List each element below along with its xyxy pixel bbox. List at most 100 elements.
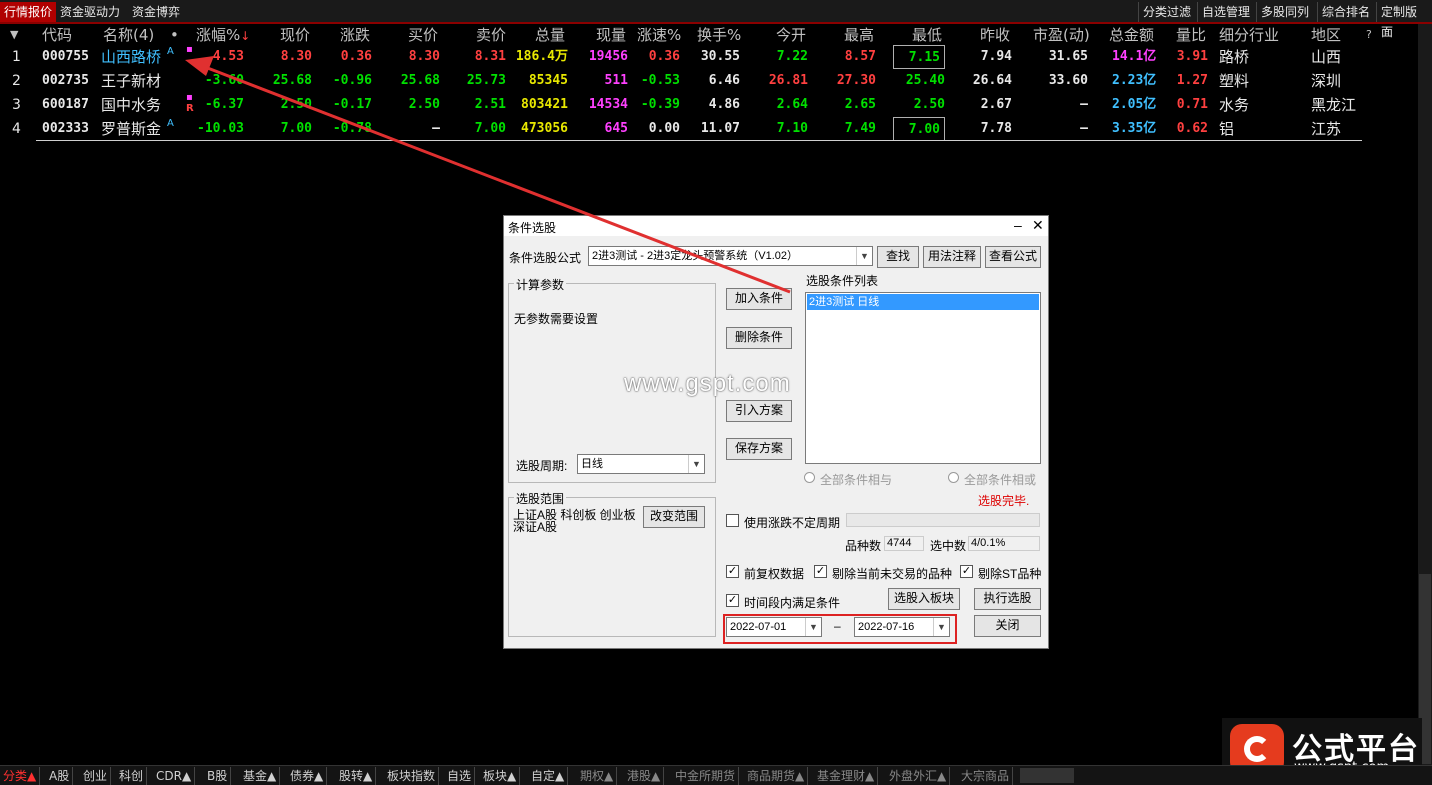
stock-code[interactable]: 600187	[42, 93, 89, 117]
change-scope-button[interactable]: 改变范围	[643, 506, 705, 528]
watchlist-manage-button[interactable]: 自选管理	[1197, 2, 1254, 22]
header-menu-icon[interactable]: ▼	[10, 24, 18, 46]
tab-b-share[interactable]: B股	[204, 767, 232, 785]
stock-name[interactable]: 山西路桥	[101, 45, 161, 69]
col-prev-close[interactable]: 昨收	[980, 24, 1010, 46]
row-index: 4	[12, 121, 21, 137]
multi-stock-button[interactable]: 多股同列	[1256, 2, 1313, 22]
col-volume[interactable]: 总量	[535, 24, 565, 46]
period-select[interactable]: 日线 ▼	[577, 454, 705, 474]
tab-fund-game[interactable]: 资金博弈	[128, 2, 184, 22]
prev-close: 26.64	[972, 73, 1012, 88]
scrollbar[interactable]	[1418, 24, 1432, 765]
col-amount[interactable]: 总金额	[1109, 24, 1154, 46]
tab-bulk[interactable]: 大宗商品	[958, 767, 1014, 785]
irregular-period-checkbox[interactable]	[726, 514, 739, 527]
col-code[interactable]: 代码	[42, 24, 72, 46]
tab-forex[interactable]: 外盘外汇▲	[886, 767, 951, 785]
period-condition-checkbox[interactable]: ✓	[726, 594, 739, 607]
col-change-pct[interactable]: 涨幅%↓	[196, 24, 250, 46]
chevron-down-icon[interactable]: ▼	[688, 455, 704, 473]
adjust-checkbox[interactable]: ✓	[726, 565, 739, 578]
col-open[interactable]: 今开	[776, 24, 806, 46]
usage-button[interactable]: 用法注释	[923, 246, 981, 268]
view-formula-button[interactable]: 查看公式	[985, 246, 1041, 268]
tab-fund[interactable]: 基金▲	[240, 767, 281, 785]
date-to-select[interactable]: 2022-07-16 ▼	[854, 617, 950, 637]
exclude-untraded-checkbox[interactable]: ✓	[814, 565, 827, 578]
radio-and[interactable]	[804, 472, 815, 483]
tab-fund-finance[interactable]: 基金理财▲	[814, 767, 879, 785]
tab-cdr[interactable]: CDR▲	[153, 767, 196, 785]
col-vol-ratio[interactable]: 量比	[1176, 24, 1206, 46]
stock-code[interactable]: 002333	[42, 117, 89, 141]
col-ask[interactable]: 卖价	[476, 24, 506, 46]
col-speed[interactable]: 涨速%	[637, 24, 681, 46]
find-button[interactable]: 查找	[877, 246, 919, 268]
stock-code[interactable]: 002735	[42, 69, 89, 93]
custom-layout-button[interactable]: 定制版面	[1376, 2, 1432, 39]
help-icon[interactable]: ?	[1366, 24, 1372, 46]
close-icon[interactable]: ✕	[1032, 217, 1044, 234]
stock-name[interactable]: 王子新材	[101, 69, 161, 93]
low: 25.40	[905, 73, 945, 88]
tab-fund-drive[interactable]: 资金驱动力	[56, 2, 124, 22]
radio-or[interactable]	[948, 472, 959, 483]
exclude-st-checkbox[interactable]: ✓	[960, 565, 973, 578]
tab-bond[interactable]: 债券▲	[287, 767, 328, 785]
stock-name[interactable]: 国中水务	[101, 93, 161, 117]
chevron-down-icon[interactable]: ▼	[933, 618, 949, 636]
save-plan-button[interactable]: 保存方案	[726, 438, 792, 460]
tab-options[interactable]: 期权▲	[577, 767, 618, 785]
tab-category[interactable]: 分类▲	[0, 767, 41, 785]
add-condition-button[interactable]: 加入条件	[726, 288, 792, 310]
bottom-scroll-thumb[interactable]	[1020, 768, 1074, 783]
formula-select[interactable]: 2进3测试 - 2进3定龙头预警系统（V1.02） ▼	[588, 246, 873, 266]
chevron-down-icon[interactable]: ▼	[805, 618, 821, 636]
stock-code[interactable]: 000755	[42, 45, 89, 69]
delete-condition-button[interactable]: 删除条件	[726, 327, 792, 349]
tab-cffex[interactable]: 中金所期货	[672, 767, 740, 785]
col-region[interactable]: 地区	[1311, 24, 1341, 46]
condition-list[interactable]: 2进3测试 日线	[805, 292, 1041, 464]
tab-quotes[interactable]: 行情报价	[0, 2, 57, 22]
close-button[interactable]: 关闭	[974, 615, 1041, 637]
tab-custom[interactable]: 自定▲	[528, 767, 569, 785]
col-high[interactable]: 最高	[844, 24, 874, 46]
col-industry[interactable]: 细分行业	[1219, 24, 1279, 46]
scope-label: 选股范围	[514, 490, 567, 507]
stock-name[interactable]: 罗普斯金	[101, 117, 161, 141]
tab-a-share[interactable]: A股	[46, 767, 74, 785]
import-plan-button[interactable]: 引入方案	[726, 400, 792, 422]
tab-chinext[interactable]: 创业	[80, 767, 112, 785]
col-name[interactable]: 名称(4)	[103, 24, 154, 46]
execute-button[interactable]: 执行选股	[974, 588, 1041, 610]
prev-close: 7.94	[980, 49, 1012, 64]
col-pe[interactable]: 市盈(动)	[1033, 24, 1090, 46]
industry: 铝	[1219, 120, 1235, 138]
tab-commodity[interactable]: 商品期货▲	[744, 767, 809, 785]
col-turnover[interactable]: 换手%	[697, 24, 741, 46]
date-from-select[interactable]: 2022-07-01 ▼	[726, 617, 822, 637]
tab-star[interactable]: 科创	[116, 767, 148, 785]
chevron-down-icon[interactable]: ▼	[856, 247, 872, 265]
tab-block[interactable]: 板块▲	[480, 767, 521, 785]
col-price[interactable]: 现价	[280, 24, 310, 46]
category-filter-button[interactable]: 分类过滤	[1138, 2, 1195, 22]
tab-block-index[interactable]: 板块指数	[384, 767, 440, 785]
col-low[interactable]: 最低	[912, 24, 942, 46]
list-item[interactable]: 2进3测试 日线	[807, 294, 1039, 310]
ranking-button[interactable]: 综合排名	[1317, 2, 1374, 22]
watermark: www.gspt.com	[624, 370, 791, 397]
turnover: 4.86	[708, 97, 740, 112]
stock-tag: A	[167, 118, 174, 129]
dialog-titlebar[interactable]: 条件选股 – ✕	[504, 216, 1048, 236]
to-block-button[interactable]: 选股入板块	[888, 588, 960, 610]
tab-hk[interactable]: 港股▲	[624, 767, 665, 785]
col-bid[interactable]: 买价	[408, 24, 438, 46]
tab-transfer[interactable]: 股转▲	[336, 767, 377, 785]
tab-watchlist[interactable]: 自选	[444, 767, 476, 785]
minimize-icon[interactable]: –	[1014, 217, 1022, 233]
col-change[interactable]: 涨跌	[340, 24, 370, 46]
col-cur-volume[interactable]: 现量	[596, 24, 626, 46]
